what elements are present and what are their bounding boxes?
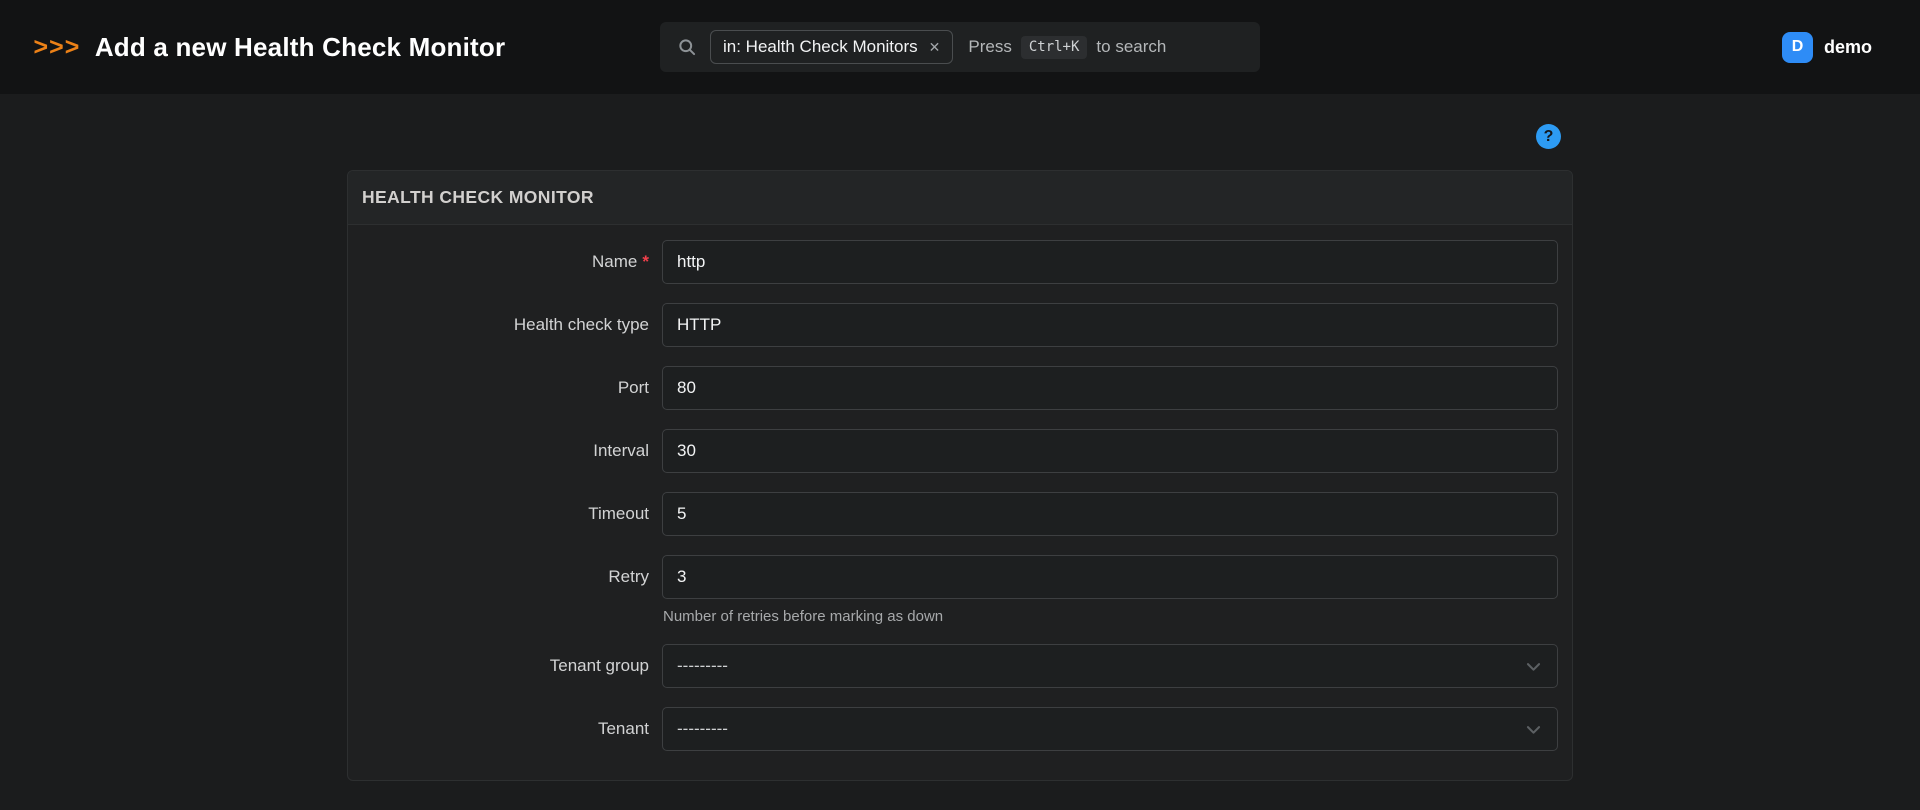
search-icon — [677, 37, 697, 57]
search-hint-suffix: to search — [1096, 37, 1166, 57]
health-check-type-label: Health check type — [348, 303, 649, 347]
health-check-type-field — [662, 303, 1558, 347]
retry-input[interactable] — [662, 555, 1558, 599]
form-row-name: Name* — [348, 240, 1558, 284]
navbar-left: >>> Add a new Health Check Monitor — [33, 32, 505, 63]
timeout-input[interactable] — [662, 492, 1558, 536]
port-input[interactable] — [662, 366, 1558, 410]
retry-field: Number of retries before marking as down — [662, 555, 1558, 625]
form-row-health-check-type: Health check type — [348, 303, 1558, 347]
retry-help-text: Number of retries before marking as down — [662, 608, 1558, 625]
form-row-tenant-group: Tenant group --------- — [348, 644, 1558, 688]
interval-input[interactable] — [662, 429, 1558, 473]
timeout-label: Timeout — [348, 492, 649, 536]
netbox-logo[interactable]: >>> — [33, 33, 80, 62]
page-title: Add a new Health Check Monitor — [95, 32, 506, 63]
panel-body: Name* Health check type Port Interval Timeou… — [348, 225, 1572, 780]
tenant-field: --------- — [662, 707, 1558, 751]
port-label: Port — [348, 366, 649, 410]
panel-header: HEALTH CHECK MONITOR — [348, 171, 1572, 225]
search-scope-label: in: Health Check Monitors — [723, 37, 918, 57]
search-scope-chip[interactable]: in: Health Check Monitors ✕ — [710, 30, 953, 64]
tenant-group-select-value: --------- — [677, 656, 728, 676]
name-label: Name* — [348, 240, 649, 284]
health-check-type-input[interactable] — [662, 303, 1558, 347]
tenant-label: Tenant — [348, 707, 649, 751]
user-avatar[interactable]: D — [1782, 32, 1813, 63]
user-menu[interactable]: D demo — [1782, 32, 1872, 63]
interval-label: Interval — [348, 429, 649, 473]
form-row-port: Port — [348, 366, 1558, 410]
ctrl-k-shortcut: Ctrl+K — [1021, 36, 1088, 59]
main-content: ? HEALTH CHECK MONITOR Name* Health check… — [0, 94, 1920, 810]
tenant-select-value: --------- — [677, 719, 728, 739]
username: demo — [1824, 37, 1872, 58]
form-row-retry: Retry Number of retries before marking as… — [348, 555, 1558, 625]
timeout-field — [662, 492, 1558, 536]
name-field — [662, 240, 1558, 284]
chevron-down-icon — [1524, 720, 1543, 739]
tenant-group-select[interactable]: --------- — [662, 644, 1558, 688]
port-field — [662, 366, 1558, 410]
help-button[interactable]: ? — [1536, 124, 1561, 149]
global-search-bar[interactable]: in: Health Check Monitors ✕ Press Ctrl+K… — [660, 22, 1260, 72]
tenant-select[interactable]: --------- — [662, 707, 1558, 751]
retry-label: Retry — [348, 555, 649, 599]
tenant-group-field: --------- — [662, 644, 1558, 688]
chip-close-icon[interactable]: ✕ — [929, 40, 941, 54]
form-row-tenant: Tenant --------- — [348, 707, 1558, 751]
required-asterisk: * — [642, 252, 649, 272]
search-hint-prefix: Press — [968, 37, 1011, 57]
form-row-interval: Interval — [348, 429, 1558, 473]
interval-field — [662, 429, 1558, 473]
top-navbar: >>> Add a new Health Check Monitor in: H… — [0, 0, 1920, 94]
tenant-group-label: Tenant group — [348, 644, 649, 688]
name-input[interactable] — [662, 240, 1558, 284]
health-check-monitor-panel: HEALTH CHECK MONITOR Name* Health check t… — [347, 170, 1573, 781]
chevron-down-icon — [1524, 657, 1543, 676]
search-hint: Press Ctrl+K to search — [968, 36, 1166, 59]
form-row-timeout: Timeout — [348, 492, 1558, 536]
